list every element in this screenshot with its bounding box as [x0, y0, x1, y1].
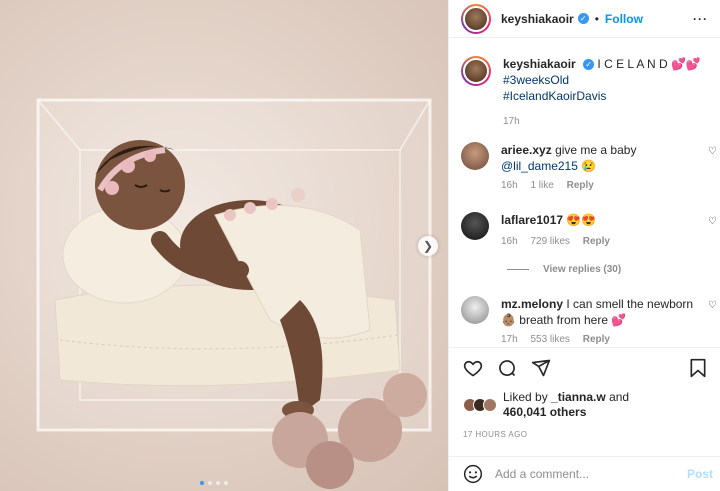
emoji-icon[interactable]	[463, 464, 483, 484]
author-avatar[interactable]	[461, 3, 491, 34]
caption-avatar[interactable]	[461, 56, 491, 86]
verified-badge-icon: ✓	[577, 13, 589, 24]
comment-input[interactable]	[495, 467, 675, 481]
more-options-icon[interactable]: ···	[693, 12, 708, 26]
post-timestamp: 17 HOURS AGO	[463, 430, 528, 439]
liker-username[interactable]: _tianna.w	[551, 390, 606, 404]
comment-icon[interactable]	[497, 358, 517, 378]
comment-avatar[interactable]	[461, 296, 489, 324]
caption-username[interactable]: keyshiakaoir	[503, 57, 576, 71]
liker-avatars	[463, 398, 497, 412]
follow-button[interactable]: Follow	[605, 12, 643, 26]
post-caption: keyshiakaoir ✓ I C E L A N D 💕💕 #3weeksO…	[461, 56, 711, 130]
separator: •	[594, 11, 599, 26]
likes-and: and	[609, 390, 630, 404]
carousel-dot	[200, 481, 204, 485]
carousel-dots	[200, 481, 228, 485]
comment-time: 17h	[501, 334, 518, 345]
post-header: keyshiakaoir ✓ • Follow ···	[449, 0, 720, 38]
comment-avatar[interactable]	[461, 212, 489, 240]
verified-badge-icon: ✓	[583, 59, 595, 71]
heart-icon[interactable]: ♡	[708, 146, 717, 157]
comment-item: mz.melony I can smell the newborn 👶🏽 bre…	[461, 296, 717, 346]
comment-text: 😍😍	[566, 213, 597, 227]
heart-icon[interactable]	[463, 358, 483, 378]
comment-item: ariee.xyz give me a baby @lil_dame215 😢 …	[461, 142, 717, 194]
action-bar	[449, 347, 720, 387]
hashtag-link[interactable]: #IcelandKaoirDavis	[503, 88, 701, 104]
post-photo[interactable]: ❯	[0, 0, 448, 491]
reply-button[interactable]: Reply	[583, 236, 610, 247]
hashtag-link[interactable]: #3weeksOld	[503, 72, 701, 88]
comment-emoji: 😢	[577, 159, 597, 173]
liked-by-label: Liked by	[503, 390, 548, 404]
photo-illustration	[36, 98, 432, 489]
bookmark-icon[interactable]	[689, 358, 707, 378]
comment-text: give me a baby	[555, 143, 637, 157]
caption-time: 17h	[503, 116, 520, 127]
carousel-dot	[216, 481, 220, 485]
comment-item: laflare1017 😍😍 16h 729 likes Reply ♡	[461, 212, 717, 250]
carousel-dot	[224, 481, 228, 485]
comment-avatar[interactable]	[461, 142, 489, 170]
comment-time: 16h	[501, 180, 518, 191]
comment-username[interactable]: mz.melony	[501, 297, 563, 311]
comment-username[interactable]: ariee.xyz	[501, 143, 552, 157]
comment-time: 16h	[501, 236, 518, 247]
post-sidebar: keyshiakaoir ✓ • Follow ··· keyshiakaoir…	[448, 0, 720, 491]
add-comment-bar: Post	[449, 456, 720, 491]
chevron-right-icon: ❯	[422, 239, 434, 253]
caption-text: I C E L A N D 💕💕	[597, 57, 701, 71]
share-icon[interactable]	[531, 358, 551, 378]
comment-username[interactable]: laflare1017	[501, 213, 563, 227]
view-replies-button[interactable]: View replies (30)	[507, 264, 621, 275]
likes-count[interactable]: 460,041 others	[503, 405, 586, 419]
heart-icon[interactable]: ♡	[708, 300, 717, 311]
reply-button[interactable]: Reply	[567, 180, 594, 191]
heart-icon[interactable]: ♡	[708, 216, 717, 227]
author-username[interactable]: keyshiakaoir	[501, 12, 574, 26]
next-photo-button[interactable]: ❯	[418, 236, 438, 256]
carousel-dot	[208, 481, 212, 485]
comment-likes[interactable]: 553 likes	[530, 334, 569, 345]
liker-avatar[interactable]	[483, 398, 497, 412]
comment-likes[interactable]: 729 likes	[530, 236, 569, 247]
comment-likes[interactable]: 1 like	[530, 180, 553, 191]
reply-button[interactable]: Reply	[583, 334, 610, 345]
mention-link[interactable]: @lil_dame215	[501, 159, 578, 173]
likes-summary: Liked by _tianna.w and 460,041 others	[463, 390, 629, 420]
post-comment-button[interactable]: Post	[687, 467, 713, 481]
